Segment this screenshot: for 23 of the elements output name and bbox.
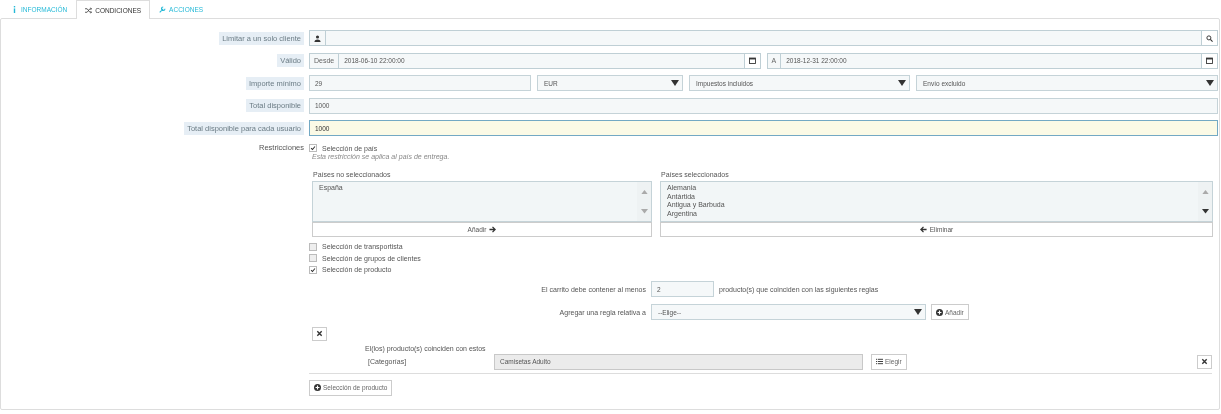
caret-icon: [671, 80, 679, 86]
customer-field[interactable]: [309, 30, 1218, 46]
list-icon: [876, 358, 883, 365]
close-button[interactable]: [1197, 354, 1212, 369]
close-icon: [1201, 358, 1208, 365]
close-button[interactable]: [312, 326, 327, 341]
checkbox[interactable]: [309, 242, 317, 251]
caret-icon: [898, 80, 906, 86]
checkbox[interactable]: [309, 265, 317, 274]
shuffle-icon: [85, 6, 93, 14]
arrow-left-icon: [919, 226, 927, 233]
close-icon: [316, 330, 323, 337]
checkbox[interactable]: [309, 254, 317, 263]
caret-icon: [914, 309, 922, 315]
user-icon: [314, 34, 321, 42]
plus-circle-icon: [936, 308, 943, 316]
search-icon: [1206, 34, 1213, 42]
checkbox[interactable]: [309, 144, 317, 153]
scroll-down-icon[interactable]: [1201, 209, 1209, 214]
plus-circle-icon: [314, 384, 321, 391]
caret-icon: [1206, 80, 1214, 86]
wrench-icon: [159, 6, 167, 13]
arrow-right-icon: [489, 226, 497, 233]
